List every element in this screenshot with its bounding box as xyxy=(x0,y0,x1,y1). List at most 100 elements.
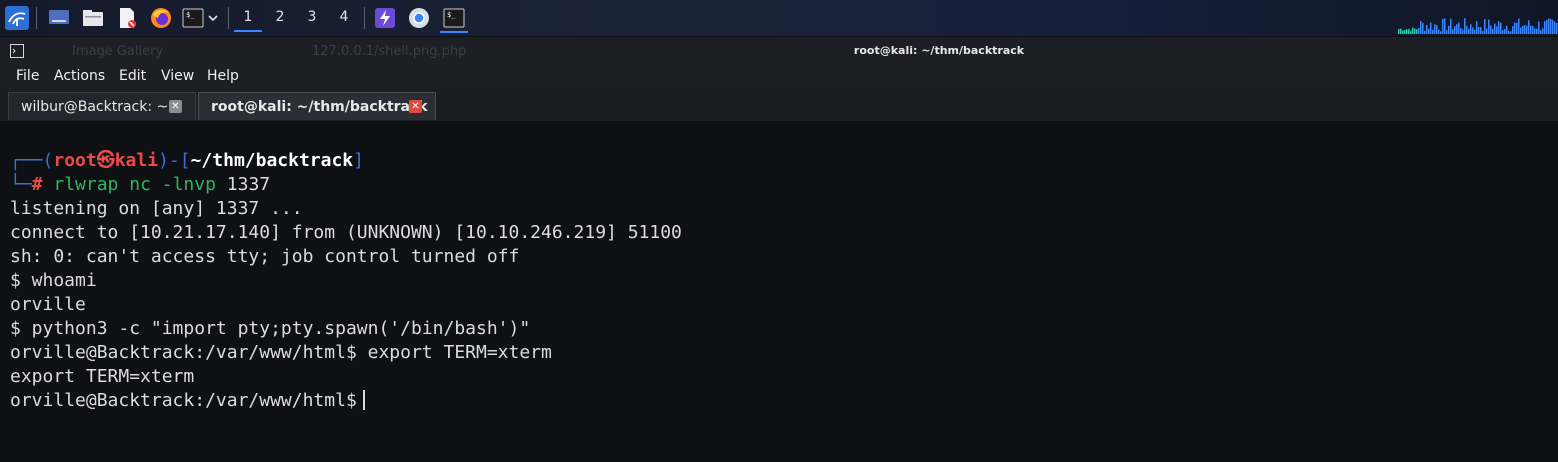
svg-text:$_: $_ xyxy=(447,11,456,19)
output-line: orville xyxy=(10,294,86,315)
cpu-graph-bar xyxy=(1538,21,1540,34)
workspace-3[interactable]: 3 xyxy=(298,6,326,30)
cpu-graph-bar xyxy=(1490,25,1492,34)
cpu-graph-bar xyxy=(1422,22,1424,34)
cpu-graph-bar xyxy=(1462,29,1464,34)
cpu-graph-bar xyxy=(1546,19,1548,34)
cpu-graph-bar xyxy=(1474,29,1476,34)
cpu-graph-bar xyxy=(1504,28,1506,34)
cpu-graph-bar xyxy=(1414,28,1416,34)
cpu-graph-bar xyxy=(1458,22,1460,34)
cpu-graph-bar xyxy=(1536,28,1538,34)
cpu-graph-bar xyxy=(1498,21,1500,34)
cpu-graph-bar xyxy=(1478,27,1480,34)
tab-label: root@kali: ~/thm/backtrack xyxy=(211,99,428,115)
cpu-graph-bar xyxy=(1466,25,1468,34)
cpu-graph-bar xyxy=(1406,29,1408,34)
cpu-graph-bar xyxy=(1444,18,1446,34)
cpu-graph-bar xyxy=(1472,27,1474,34)
shell-prompt: orville@Backtrack:/var/www/html$ xyxy=(10,390,357,411)
workspace-2[interactable]: 2 xyxy=(266,6,294,30)
cpu-graph-bar xyxy=(1484,19,1486,34)
cpu-graph-bar xyxy=(1542,28,1544,34)
menu-file[interactable]: File xyxy=(16,68,39,84)
cpu-graph-bar xyxy=(1532,25,1534,34)
cpu-graph-bar xyxy=(1460,28,1462,34)
cpu-graph-bar xyxy=(1456,24,1458,34)
kali-menu-icon[interactable] xyxy=(4,5,30,31)
output-line: connect to [10.21.17.140] from (UNKNOWN)… xyxy=(10,222,682,243)
cpu-graph xyxy=(1398,18,1558,34)
output-line: $ python3 -c "import pty;pty.spawn('/bin… xyxy=(10,318,531,339)
cpu-graph-bar xyxy=(1410,30,1412,34)
cpu-graph-bar xyxy=(1550,19,1552,34)
prompt-line-1: ┌──(root㉿kali)-[~/thm/backtrack] xyxy=(10,149,364,173)
cpu-graph-bar xyxy=(1404,30,1406,34)
terminal-output[interactable]: ┌──(root㉿kali)-[~/thm/backtrack] └─# rlw… xyxy=(0,121,1558,462)
panel-separator xyxy=(364,7,365,29)
dropdown-chevron-icon[interactable] xyxy=(204,5,222,31)
chromium-icon[interactable] xyxy=(406,5,432,31)
terminal-task-icon[interactable]: $_ xyxy=(440,5,468,33)
cpu-graph-bar xyxy=(1506,25,1508,34)
tab-root-kali[interactable]: root@kali: ~/thm/backtrack ✕ xyxy=(198,92,436,120)
prompt-corner-top: ┌──( xyxy=(10,150,54,171)
cpu-graph-bar xyxy=(1446,30,1448,34)
current-prompt-line[interactable]: orville@Backtrack:/var/www/html$ xyxy=(10,389,365,413)
workspace-1[interactable]: 1 xyxy=(234,6,262,32)
prompt-line-2: └─# rlwrap nc -lnvp 1337 xyxy=(10,173,270,197)
text-cursor xyxy=(362,390,365,410)
prompt-host: kali xyxy=(114,150,159,171)
cpu-graph-bar xyxy=(1522,25,1524,34)
file-manager-icon[interactable] xyxy=(80,5,106,31)
cpu-graph-bar xyxy=(1476,21,1478,34)
menu-help[interactable]: Help xyxy=(207,68,239,84)
cpu-graph-bar xyxy=(1554,21,1556,34)
firefox-icon[interactable] xyxy=(148,5,174,31)
text-editor-icon[interactable] xyxy=(114,5,140,31)
cpu-graph-bar xyxy=(1534,28,1536,34)
cpu-graph-bar xyxy=(1442,18,1444,34)
cpu-graph-bar xyxy=(1540,30,1542,34)
cpu-graph-bar xyxy=(1398,29,1400,34)
cpu-graph-bar xyxy=(1526,25,1528,34)
cpu-graph-bar xyxy=(1464,18,1466,34)
close-icon[interactable]: ✕ xyxy=(409,100,422,113)
terminal-tab-bar: wilbur@Backtrack: ~ ✕ root@kali: ~/thm/b… xyxy=(0,89,1558,122)
cpu-graph-bar xyxy=(1488,19,1490,34)
cpu-graph-bar xyxy=(1452,29,1454,34)
cpu-graph-bar xyxy=(1518,18,1520,34)
command-text: rlwrap nc -lnvp xyxy=(53,174,216,195)
burpsuite-icon[interactable] xyxy=(372,5,398,31)
cpu-graph-bar xyxy=(1426,25,1428,34)
cpu-graph-bar xyxy=(1494,23,1496,34)
tab-wilbur[interactable]: wilbur@Backtrack: ~ ✕ xyxy=(8,92,196,120)
top-panel: $_ 1 2 3 4 $_ xyxy=(0,0,1558,37)
menubar: File Actions Edit View Help xyxy=(0,65,1558,89)
prompt-hash: # xyxy=(31,174,43,195)
cpu-graph-bar xyxy=(1486,28,1488,34)
close-icon[interactable]: ✕ xyxy=(169,100,182,113)
desktop-icon[interactable] xyxy=(46,5,72,31)
cpu-graph-bar xyxy=(1448,25,1450,34)
workspace-4[interactable]: 4 xyxy=(330,6,358,30)
terminal-icon[interactable]: $_ xyxy=(180,5,206,31)
cpu-graph-bar xyxy=(1496,26,1498,34)
menu-edit[interactable]: Edit xyxy=(119,68,146,84)
output-line: listening on [any] 1337 ... xyxy=(10,198,303,219)
cpu-graph-bar xyxy=(1510,31,1512,34)
cpu-graph-bar xyxy=(1470,24,1472,34)
cpu-graph-bar xyxy=(1544,21,1546,34)
menu-actions[interactable]: Actions xyxy=(54,68,105,84)
cpu-graph-bar xyxy=(1514,22,1516,34)
cpu-graph-bar xyxy=(1424,30,1426,34)
cpu-graph-bar xyxy=(1512,26,1514,34)
cpu-graph-bar xyxy=(1450,18,1452,34)
cpu-graph-bar xyxy=(1428,28,1430,34)
menu-view[interactable]: View xyxy=(161,68,194,84)
cpu-graph-bar xyxy=(1420,21,1422,34)
prompt-path: ~/thm/backtrack xyxy=(190,150,354,171)
window-title: root@kali: ~/thm/backtrack xyxy=(853,44,1025,57)
prompt-end: ] xyxy=(353,150,364,171)
cpu-graph-bar xyxy=(1468,28,1470,34)
